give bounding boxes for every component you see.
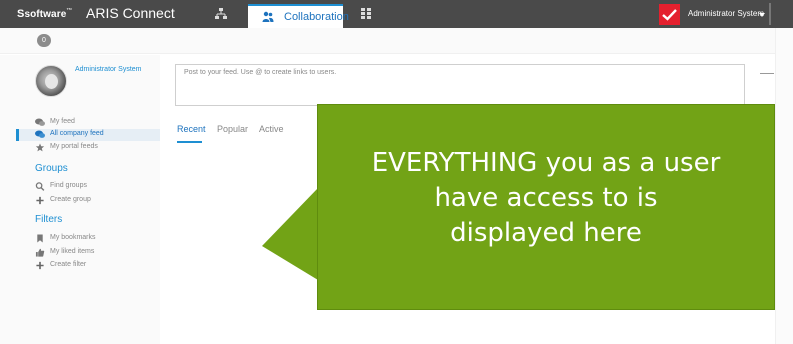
comments-icon (35, 118, 45, 126)
sidebar-item-label: Create filter (50, 261, 87, 268)
left-sidebar: Administrator System My feed All company… (0, 55, 160, 344)
chevron-down-icon[interactable] (759, 13, 765, 17)
bookmark-icon (37, 234, 43, 243)
sidebar-item-my-feed[interactable]: My feed (35, 117, 159, 129)
plus-icon (36, 261, 44, 270)
callout-line: displayed here (450, 218, 642, 248)
users-icon (262, 11, 274, 22)
callout-pointer (262, 188, 318, 280)
plus-icon (36, 196, 44, 205)
notifications-button[interactable] (659, 4, 680, 25)
divider (769, 3, 771, 25)
callout-line: have access to is (434, 183, 658, 213)
post-input-placeholder: Post to your feed. Use @ to create links… (184, 69, 337, 76)
sidebar-item-label: My liked items (50, 248, 95, 255)
sidebar-item-label: Create group (50, 196, 91, 203)
sidebar-item-create-filter[interactable]: Create filter (35, 260, 159, 272)
top-navigation-bar: Ssoftware™ ARIS Connect Collaboration Ad… (0, 0, 793, 28)
scrollbar[interactable] (775, 28, 793, 344)
sub-toolbar: 0 (0, 28, 793, 54)
search-icon (35, 182, 45, 191)
notification-count-badge[interactable]: 0 (37, 34, 51, 47)
active-tab-indicator (177, 141, 202, 143)
sidebar-item-label: My feed (50, 118, 75, 125)
sidebar-item-label: All company feed (50, 130, 104, 137)
sidebar-item-label: My portal feeds (50, 143, 98, 150)
thumbs-up-icon (35, 248, 45, 257)
user-menu[interactable]: Administrator System (688, 9, 764, 18)
sidebar-item-all-company-feed[interactable]: All company feed (16, 129, 160, 141)
tab-active[interactable]: Active (259, 124, 284, 134)
callout-text: EVERYTHING you as a user have access to … (317, 146, 775, 251)
comments-icon (35, 130, 45, 138)
post-input[interactable]: Post to your feed. Use @ to create links… (175, 64, 745, 106)
groups-heading: Groups (35, 163, 68, 174)
tab-recent[interactable]: Recent (177, 124, 206, 134)
star-icon (35, 143, 45, 152)
tab-collaboration-label: Collaboration (284, 11, 349, 23)
profile-name-link[interactable]: Administrator System (75, 66, 142, 73)
filters-heading: Filters (35, 214, 63, 225)
sidebar-item-label: Find groups (50, 182, 87, 189)
app-title[interactable]: ARIS Connect (86, 5, 175, 21)
tab-collaboration[interactable]: Collaboration (248, 4, 349, 28)
checkmark-icon (662, 9, 677, 21)
sidebar-item-find-groups[interactable]: Find groups (35, 181, 159, 193)
grid-icon[interactable] (361, 8, 371, 19)
sidebar-item-my-liked-items[interactable]: My liked items (35, 247, 159, 259)
tab-popular[interactable]: Popular (217, 124, 248, 134)
sidebar-item-create-group[interactable]: Create group (35, 195, 159, 207)
divider (760, 73, 774, 74)
sidebar-item-my-bookmarks[interactable]: My bookmarks (35, 233, 159, 245)
avatar[interactable] (35, 65, 67, 97)
software-ag-logo: Ssoftware™ (17, 8, 73, 20)
sidebar-item-label: My bookmarks (50, 234, 96, 241)
callout-line: EVERYTHING you as a user (371, 148, 721, 178)
sidebar-item-my-portal-feeds[interactable]: My portal feeds (35, 142, 159, 154)
sitemap-icon[interactable] (214, 7, 228, 21)
